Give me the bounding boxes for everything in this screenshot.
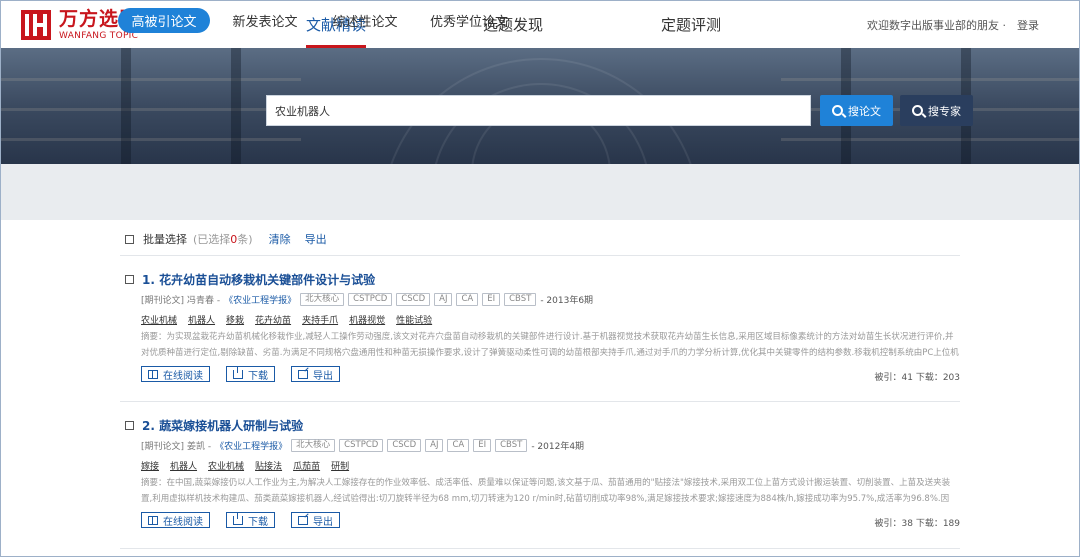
paper-author[interactable]: 姜凯 -	[187, 439, 211, 452]
batch-select-checkbox[interactable]	[125, 234, 134, 244]
batch-export-link[interactable]: 导出	[305, 231, 327, 247]
export-button[interactable]: 导出	[291, 366, 340, 382]
search-paper-button[interactable]: 搜论文	[820, 95, 893, 126]
paper-title-link[interactable]: 2. 蔬菜嫁接机器人研制与试验	[142, 417, 303, 434]
index-badge: AJ	[434, 292, 453, 306]
tab-review[interactable]: 综述性论文	[326, 8, 404, 33]
keyword-list: 嫁接 机器人 农业机械 贴接法 瓜茄苗 研制	[141, 459, 360, 472]
read-online-button[interactable]: 在线阅读	[141, 512, 210, 528]
index-badge: CBST	[504, 292, 537, 306]
batch-select-label: 批量选择	[143, 233, 187, 246]
index-badge: EI	[473, 438, 492, 452]
index-badge: CA	[447, 438, 470, 452]
search-expert-label: 搜专家	[928, 104, 961, 118]
search-icon	[912, 105, 923, 116]
keyword-link[interactable]: 嫁接	[141, 459, 159, 472]
paper-date: - 2013年6期	[540, 295, 594, 306]
list-item: 2. 蔬菜嫁接机器人研制与试验 [期刊论文] 姜凯 - 《农业工程学报》 北大核…	[125, 417, 960, 532]
index-badge: CSTPCD	[348, 292, 393, 306]
keyword-link[interactable]: 研制	[331, 459, 349, 472]
index-badge: CBST	[495, 438, 528, 452]
nav-topic-evaluation[interactable]: 定题评测	[661, 1, 721, 48]
index-badge: CA	[456, 292, 479, 306]
divider	[120, 401, 960, 402]
index-badge: 北大核心	[291, 438, 336, 452]
book-icon	[148, 369, 158, 379]
paper-type: [期刊论文]	[141, 295, 185, 306]
paper-abstract: 摘要：为实现盆栽花卉幼苗机械化移栽作业,减轻人工操作劳动强度,该文对花卉穴盘苗自…	[141, 332, 959, 358]
keyword-link[interactable]: 夹持手爪	[302, 313, 338, 326]
export-button[interactable]: 导出	[291, 512, 340, 528]
paper-type: [期刊论文]	[141, 441, 185, 452]
logo-subtitle: WANFANG TOPIC	[59, 30, 139, 41]
index-badge: EI	[482, 292, 501, 306]
tab-newly-published[interactable]: 新发表论文	[226, 8, 304, 33]
selected-prefix: (已选择	[193, 233, 231, 246]
download-button[interactable]: 下载	[226, 511, 275, 528]
search-field[interactable]	[266, 95, 811, 126]
paper-stats: 被引：41 下载：203	[874, 373, 961, 383]
read-online-button[interactable]: 在线阅读	[141, 366, 210, 382]
keyword-link[interactable]: 机器人	[170, 459, 197, 472]
index-badge: AJ	[425, 438, 444, 452]
read-online-label: 在线阅读	[163, 516, 203, 528]
clear-selection-link[interactable]: 清除	[269, 231, 291, 247]
paper-checkbox[interactable]	[125, 420, 134, 430]
download-label: 下载	[248, 516, 268, 528]
read-online-label: 在线阅读	[163, 370, 203, 382]
paper-abstract: 摘要：在中国,蔬菜嫁接仍以人工作业为主,为解决人工嫁接存在的作业效率低、成活率低…	[141, 478, 951, 504]
paper-checkbox[interactable]	[125, 274, 134, 284]
search-expert-button[interactable]: 搜专家	[900, 95, 973, 126]
tab-highly-cited[interactable]: 高被引论文	[118, 8, 210, 33]
search-input[interactable]	[267, 96, 810, 125]
keyword-link[interactable]: 移栽	[226, 313, 244, 326]
paper-journal[interactable]: 《农业工程学报》	[215, 439, 287, 452]
paper-date: - 2012年4期	[531, 441, 585, 452]
search-icon	[832, 105, 843, 116]
paper-title-link[interactable]: 1. 花卉幼苗自动移栽机关键部件设计与试验	[142, 271, 375, 288]
index-badge: CSCD	[396, 292, 431, 306]
keyword-link[interactable]: 机器视觉	[349, 313, 385, 326]
download-icon	[233, 365, 243, 379]
download-icon	[233, 511, 243, 525]
welcome-text[interactable]: 欢迎数字出版事业部的朋友 ·	[867, 17, 1006, 33]
export-label: 导出	[313, 516, 333, 528]
index-badge: 北大核心	[300, 292, 345, 306]
tab-thesis[interactable]: 优秀学位论文	[423, 8, 515, 33]
keyword-link[interactable]: 农业机械	[208, 459, 244, 472]
export-label: 导出	[313, 370, 333, 382]
list-item: 1. 花卉幼苗自动移栽机关键部件设计与试验 [期刊论文] 冯青春 - 《农业工程…	[125, 271, 960, 386]
paper-tabs	[1, 178, 1079, 220]
selected-suffix: 条)	[237, 233, 253, 246]
divider	[120, 255, 960, 256]
index-badge: CSTPCD	[339, 438, 384, 452]
paper-meta: [期刊论文] 姜凯 - 《农业工程学报》 北大核心 CSTPCD CSCD AJ…	[141, 438, 584, 452]
keyword-link[interactable]: 农业机械	[141, 313, 177, 326]
download-button[interactable]: 下载	[226, 365, 275, 382]
keyword-link[interactable]: 瓜茄苗	[293, 459, 320, 472]
book-icon	[148, 515, 158, 525]
paper-meta: [期刊论文] 冯青春 - 《农业工程学报》 北大核心 CSTPCD CSCD A…	[141, 292, 593, 306]
keyword-list: 农业机械 机器人 移栽 花卉幼苗 夹持手爪 机器视觉 性能试验	[141, 313, 443, 326]
paper-journal[interactable]: 《农业工程学报》	[224, 293, 296, 306]
batch-toolbar: 批量选择 (已选择0条) 清除 导出	[125, 231, 327, 247]
export-icon	[298, 515, 308, 525]
index-badge: CSCD	[387, 438, 422, 452]
search-paper-label: 搜论文	[848, 104, 881, 118]
download-label: 下载	[248, 370, 268, 382]
keyword-link[interactable]: 花卉幼苗	[255, 313, 291, 326]
keyword-link[interactable]: 贴接法	[255, 459, 282, 472]
paper-author[interactable]: 冯青春 -	[187, 293, 220, 306]
paper-stats: 被引：38 下载：189	[874, 519, 961, 529]
export-icon	[298, 369, 308, 379]
divider	[120, 548, 960, 549]
keyword-link[interactable]: 机器人	[188, 313, 215, 326]
login-link[interactable]: 登录	[1017, 17, 1039, 33]
keyword-link[interactable]: 性能试验	[396, 313, 432, 326]
logo-mark-icon	[21, 10, 51, 40]
